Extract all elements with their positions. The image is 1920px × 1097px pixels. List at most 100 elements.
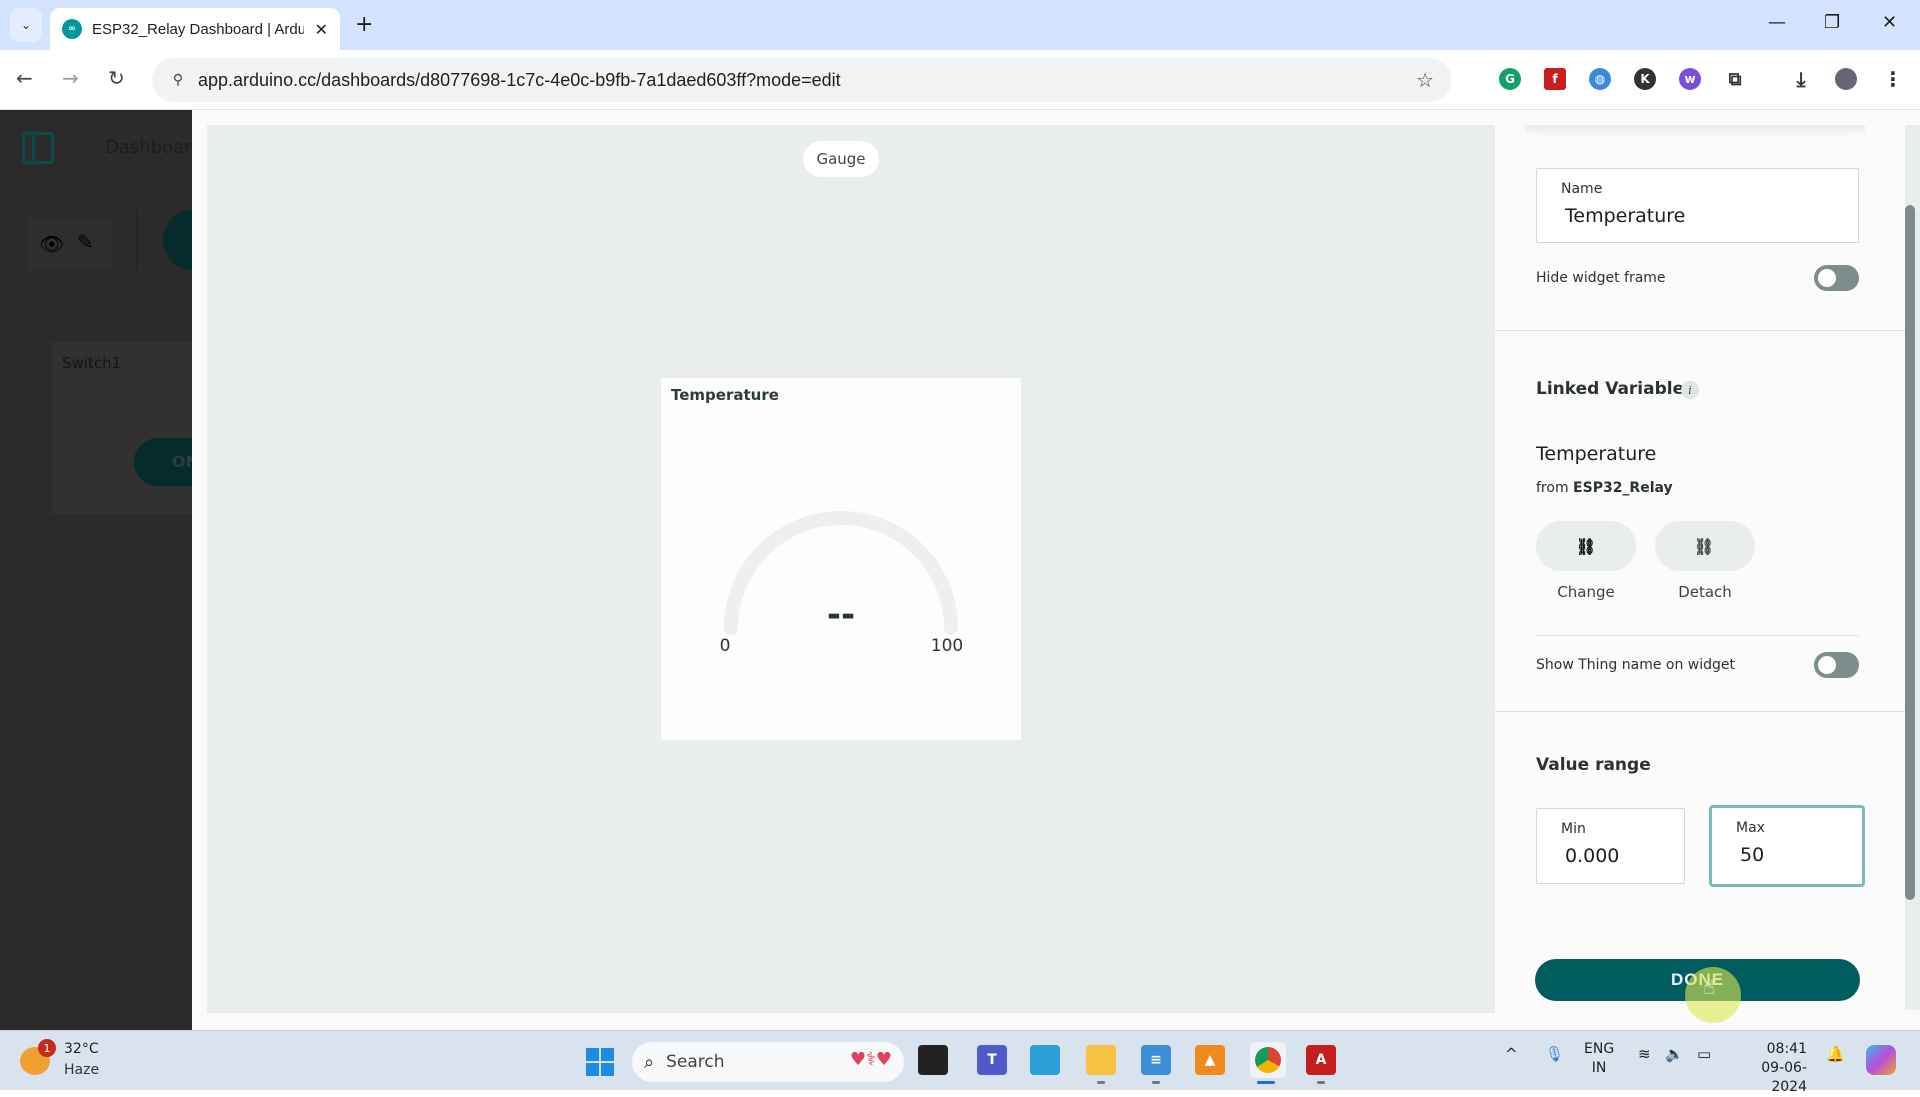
dashboard-background-dimmed: Dashboard 👁 ✎ Switch1 ON <box>0 110 192 1030</box>
inner-divider <box>1536 635 1859 636</box>
mode-toggle-group: 👁 ✎ <box>27 218 112 270</box>
running-indicator <box>1317 1081 1325 1084</box>
minimize-icon[interactable]: — <box>1768 12 1786 33</box>
star-icon[interactable]: ☆ <box>1416 68 1434 92</box>
info-icon[interactable]: i <box>1681 381 1699 399</box>
volume-icon[interactable]: 🔈 <box>1665 1045 1684 1063</box>
address-bar[interactable]: ⚲ app.arduino.cc/dashboards/d8077698-1c7… <box>152 58 1452 102</box>
battery-icon[interactable]: ▭ <box>1697 1045 1711 1063</box>
new-tab-button[interactable]: + <box>355 12 373 37</box>
hide-frame-toggle[interactable] <box>1814 265 1859 291</box>
system-clock[interactable]: 08:41 09-06-2024 <box>1735 1040 1807 1097</box>
notepad-icon[interactable]: ≡ <box>1141 1045 1171 1075</box>
vlc-icon[interactable]: ▲ <box>1195 1045 1225 1075</box>
clock-time: 08:41 <box>1766 1041 1807 1057</box>
globe-icon[interactable]: ◍ <box>1589 68 1611 90</box>
microphone-icon[interactable]: 🎙 <box>1545 1045 1564 1063</box>
window-close-icon[interactable]: ✕ <box>1882 12 1897 33</box>
name-field-label: Name <box>1561 181 1603 197</box>
language-indicator[interactable]: ENG IN <box>1584 1040 1614 1078</box>
back-button[interactable]: ← <box>16 66 33 90</box>
search-highlight-icon: ♥⚕♥ <box>849 1049 892 1070</box>
browser-tab-active[interactable]: ∞ ESP32_Relay Dashboard | Arduino ✕ <box>50 8 340 50</box>
edit-icon[interactable]: ✎ <box>77 230 94 254</box>
max-input[interactable] <box>1740 844 1860 866</box>
grammarly-icon[interactable]: G <box>1499 68 1521 90</box>
weather-temperature[interactable]: 32°C <box>64 1041 99 1057</box>
gauge-chart: -- 0 100 <box>720 511 963 656</box>
section-divider <box>1495 330 1905 331</box>
max-field[interactable]: Max <box>1709 805 1865 887</box>
gauge-max-label: 100 <box>931 636 963 656</box>
restore-icon[interactable]: ❐ <box>1824 12 1840 33</box>
task-view-icon[interactable] <box>918 1045 948 1075</box>
reload-button[interactable]: ↻ <box>108 66 125 90</box>
browser-tab-bar: ⌄ ∞ ESP32_Relay Dashboard | Arduino ✕ + … <box>0 0 1920 50</box>
region-code: IN <box>1591 1060 1607 1076</box>
min-field-label: Min <box>1561 821 1586 837</box>
k-extension-icon[interactable]: K <box>1634 68 1656 90</box>
copilot-icon[interactable] <box>1866 1045 1896 1075</box>
file-explorer-icon[interactable] <box>1086 1045 1116 1075</box>
linked-variable-heading: Linked Variable <box>1536 379 1685 399</box>
switch-toggle-button[interactable]: ON <box>134 438 192 486</box>
panel-top-shadow <box>1525 125 1865 139</box>
min-input[interactable] <box>1565 845 1683 867</box>
taskbar-search[interactable]: ⌕ Search ♥⚕♥ <box>632 1042 904 1082</box>
tab-search-button[interactable]: ⌄ <box>10 8 42 42</box>
forward-button[interactable]: → <box>62 66 79 90</box>
name-input[interactable] <box>1565 205 1822 227</box>
download-icon[interactable]: ⤓ <box>1790 67 1812 91</box>
widget-settings-panel: Name Hide widget frame Linked Variable i… <box>1495 125 1905 1023</box>
name-field[interactable]: Name <box>1536 168 1859 243</box>
gauge-value-text: -- <box>827 595 855 635</box>
gauge-widget: Temperature -- 0 100 <box>661 378 1021 740</box>
min-field[interactable]: Min <box>1536 808 1685 884</box>
panel-scrollbar-thumb[interactable] <box>1905 205 1915 900</box>
language-code: ENG <box>1584 1041 1615 1057</box>
windows-start-icon[interactable] <box>586 1048 614 1076</box>
tab-title: ESP32_Relay Dashboard | Arduino <box>92 20 304 38</box>
teams-icon[interactable]: T <box>977 1045 1007 1075</box>
show-thing-toggle[interactable] <box>1814 652 1859 678</box>
acrobat-icon[interactable]: A <box>1306 1045 1336 1075</box>
change-variable-button[interactable]: ⛓ <box>1536 521 1636 571</box>
switch-widget: Switch1 ON <box>52 342 192 514</box>
search-icon: ⌕ <box>644 1051 655 1073</box>
arduino-icon: ∞ <box>62 19 82 39</box>
browser-toolbar: ← → ↻ ⚲ app.arduino.cc/dashboards/d80776… <box>0 50 1920 110</box>
remote-desktop-icon[interactable] <box>1030 1045 1060 1075</box>
profile-avatar[interactable] <box>1835 68 1857 90</box>
add-widget-button[interactable] <box>163 210 192 270</box>
w-extension-icon[interactable]: w <box>1679 68 1701 90</box>
flash-icon[interactable]: f <box>1544 68 1566 90</box>
max-field-label: Max <box>1736 820 1765 836</box>
sidebar-toggle-icon[interactable] <box>22 132 54 164</box>
clock-date: 09-06-2024 <box>1761 1060 1807 1095</box>
wifi-icon[interactable]: ≋ <box>1638 1045 1651 1063</box>
link-icon: ⛓ <box>1575 536 1597 556</box>
notification-bell-icon[interactable]: 🔔 <box>1826 1045 1845 1063</box>
chrome-icon[interactable] <box>1250 1042 1286 1078</box>
eye-icon[interactable]: 👁 <box>39 232 64 256</box>
search-placeholder: Search <box>666 1052 725 1072</box>
kebab-menu-icon[interactable]: ⋮ <box>1882 67 1904 91</box>
weather-description[interactable]: Haze <box>64 1062 99 1078</box>
windows-taskbar: 1 32°C Haze ⌕ Search ♥⚕♥ T ≡ ▲ A ^ 🎙 ENG… <box>0 1030 1920 1095</box>
widget-type-label: Gauge <box>803 141 879 177</box>
section-divider <box>1495 711 1905 712</box>
detach-variable-button[interactable]: ⛓ <box>1655 521 1755 571</box>
toolbar-divider <box>136 210 138 270</box>
active-app-indicator <box>1257 1081 1275 1084</box>
tune-icon[interactable]: ⚲ <box>158 72 198 88</box>
tray-overflow-chevron-icon[interactable]: ^ <box>1505 1045 1518 1063</box>
switch-widget-title: Switch1 <box>62 354 122 372</box>
hide-frame-label: Hide widget frame <box>1536 270 1666 286</box>
puzzle-icon[interactable]: ⧉ <box>1724 68 1746 90</box>
url-text[interactable]: app.arduino.cc/dashboards/d8077698-1c7c-… <box>198 70 841 91</box>
gauge-min-label: 0 <box>720 636 731 656</box>
detach-label: Detach <box>1678 583 1732 601</box>
running-indicator <box>1152 1081 1160 1084</box>
close-icon[interactable]: ✕ <box>315 20 328 39</box>
dashboard-title: Dashboard <box>105 137 192 158</box>
